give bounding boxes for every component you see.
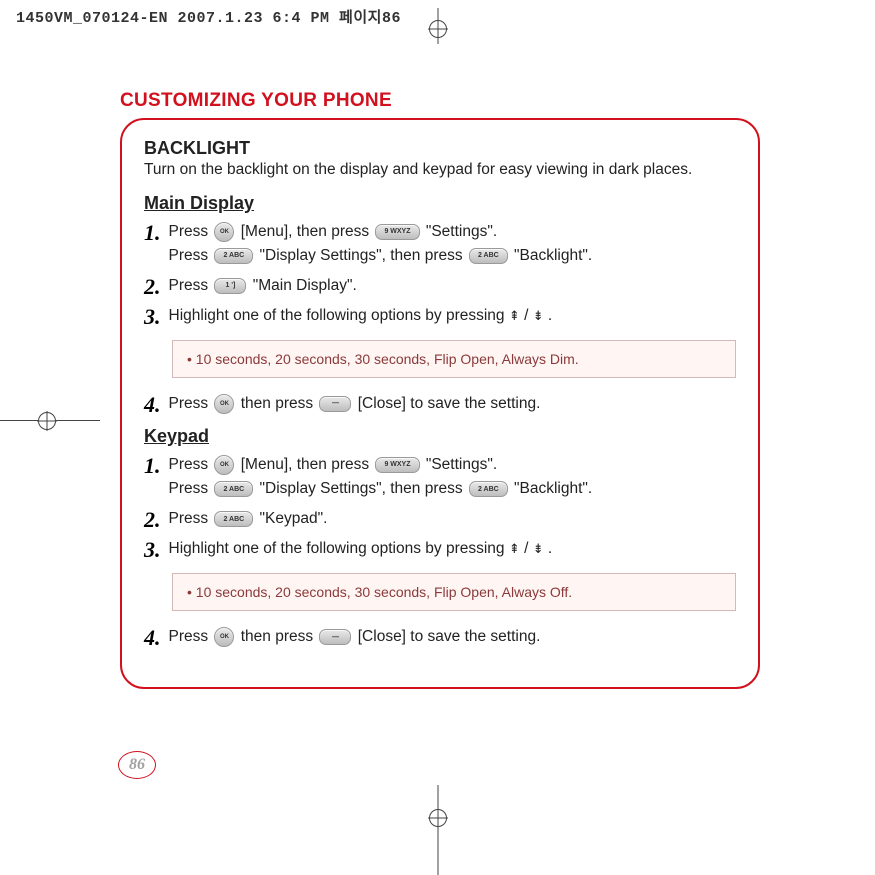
crop-target-top <box>429 20 447 38</box>
text: Press <box>169 247 213 264</box>
key-2-icon: 2 ABC <box>214 481 253 497</box>
note-keypad: 10 seconds, 20 seconds, 30 seconds, Flip… <box>172 573 736 611</box>
text: "Backlight". <box>514 480 592 497</box>
ok-key-icon: OK <box>214 627 234 647</box>
page-content: CUSTOMIZING YOUR PHONE BACKLIGHT Turn on… <box>120 90 760 689</box>
section-title: CUSTOMIZING YOUR PHONE <box>120 90 760 112</box>
text: Press <box>169 456 213 473</box>
step-number: 1. <box>144 453 161 477</box>
text: Press <box>169 510 213 527</box>
step-number: 2. <box>144 274 161 298</box>
subhead-keypad: Keypad <box>144 426 736 447</box>
crop-mark-bottom <box>437 785 438 875</box>
text: [Menu], then press <box>241 223 374 240</box>
text: then press <box>241 395 318 412</box>
step-body: Highlight one of the following options b… <box>169 304 553 328</box>
key-1-icon: 1 '] <box>214 278 246 294</box>
text: "Settings". <box>426 456 497 473</box>
text: Press <box>169 223 213 240</box>
step-body: Press OK [Menu], then press 9 WXYZ "Sett… <box>169 453 593 501</box>
text: "Settings". <box>426 223 497 240</box>
text: Highlight one of the following options b… <box>169 307 509 324</box>
text: . <box>548 540 552 557</box>
step-number: 2. <box>144 507 161 531</box>
step-number: 3. <box>144 537 161 561</box>
steps-main-display-cont: 4. Press OK then press — [Close] to save… <box>144 392 736 416</box>
note-main-display: 10 seconds, 20 seconds, 30 seconds, Flip… <box>172 340 736 378</box>
text: . <box>548 307 552 324</box>
subhead-main-display: Main Display <box>144 193 736 214</box>
dash-key-icon: — <box>319 396 351 412</box>
text: Press <box>169 480 213 497</box>
key-2-icon: 2 ABC <box>214 511 253 527</box>
ok-key-icon: OK <box>214 455 234 475</box>
step-number: 4. <box>144 625 161 649</box>
text: Press <box>169 277 213 294</box>
steps-keypad: 1. Press OK [Menu], then press 9 WXYZ "S… <box>144 453 736 561</box>
text: [Close] to save the setting. <box>358 628 541 645</box>
text: Press <box>169 628 213 645</box>
text: / <box>524 540 533 557</box>
key-2-icon: 2 ABC <box>469 248 508 264</box>
intro-text: Turn on the backlight on the display and… <box>144 161 736 179</box>
step-body: Highlight one of the following options b… <box>169 537 553 561</box>
text: "Display Settings", then press <box>260 480 467 497</box>
down-icon: ⇟ <box>533 541 544 556</box>
step-body: Press OK then press — [Close] to save th… <box>169 392 541 416</box>
step-body: Press 1 '] "Main Display". <box>169 274 357 298</box>
ok-key-icon: OK <box>214 394 234 414</box>
heading-backlight: BACKLIGHT <box>144 138 736 159</box>
text: Press <box>169 395 213 412</box>
content-panel: BACKLIGHT Turn on the backlight on the d… <box>120 118 760 689</box>
text: then press <box>241 628 318 645</box>
crop-target-left <box>38 412 56 430</box>
down-icon: ⇟ <box>533 308 544 323</box>
text: [Close] to save the setting. <box>358 395 541 412</box>
up-icon: ⇞ <box>509 541 520 556</box>
steps-main-display: 1. Press OK [Menu], then press 9 WXYZ "S… <box>144 220 736 328</box>
print-header: 1450VM_070124-EN 2007.1.23 6:4 PM 페이지86 <box>16 6 401 27</box>
step-body: Press 2 ABC "Keypad". <box>169 507 328 531</box>
key-2-icon: 2 ABC <box>214 248 253 264</box>
text: "Display Settings", then press <box>260 247 467 264</box>
steps-keypad-cont: 4. Press OK then press — [Close] to save… <box>144 625 736 649</box>
step-body: Press OK then press — [Close] to save th… <box>169 625 541 649</box>
up-icon: ⇞ <box>509 308 520 323</box>
text: "Backlight". <box>514 247 592 264</box>
page-number: 86 <box>118 751 156 779</box>
step-number: 1. <box>144 220 161 244</box>
ok-key-icon: OK <box>214 222 234 242</box>
key-2-icon: 2 ABC <box>469 481 508 497</box>
text: [Menu], then press <box>241 456 374 473</box>
dash-key-icon: — <box>319 629 351 645</box>
text: "Keypad". <box>260 510 328 527</box>
step-body: Press OK [Menu], then press 9 WXYZ "Sett… <box>169 220 593 268</box>
step-number: 4. <box>144 392 161 416</box>
crop-target-bottom <box>429 809 447 827</box>
key-9-icon: 9 WXYZ <box>375 224 419 240</box>
text: / <box>524 307 533 324</box>
text: "Main Display". <box>253 277 357 294</box>
key-9-icon: 9 WXYZ <box>375 457 419 473</box>
text: Highlight one of the following options b… <box>169 540 509 557</box>
step-number: 3. <box>144 304 161 328</box>
